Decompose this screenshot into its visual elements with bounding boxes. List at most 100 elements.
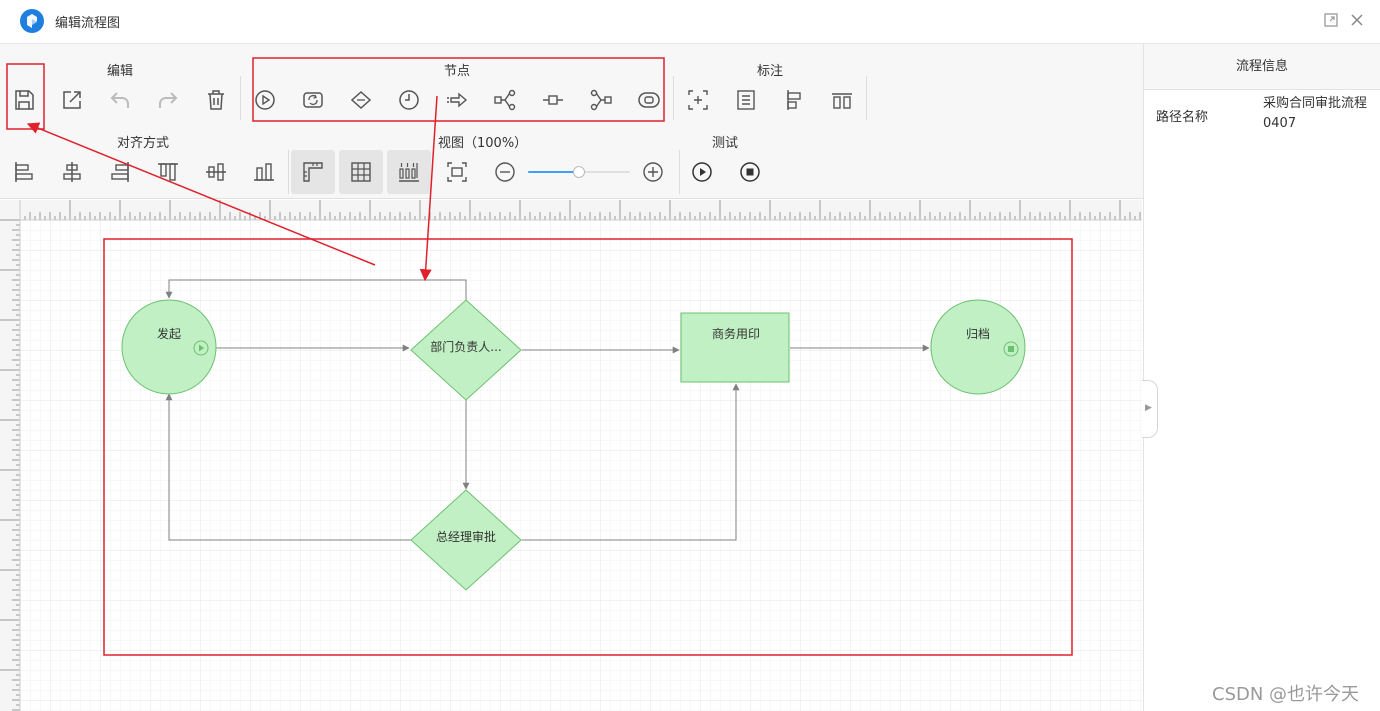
grid-toggle-button[interactable] bbox=[339, 150, 383, 194]
path-name-value[interactable]: 采购合同审批流程0407 bbox=[1263, 94, 1373, 134]
align-group-icon bbox=[787, 90, 801, 110]
save-icon bbox=[15, 90, 34, 110]
route-node-button[interactable] bbox=[441, 84, 473, 116]
group-label-align: 对齐方式 bbox=[117, 136, 170, 151]
align-center-h-button[interactable] bbox=[56, 156, 88, 188]
align-bottom-button[interactable] bbox=[248, 156, 280, 188]
text-note-icon bbox=[737, 90, 755, 110]
node-seal-label: 商务用印 bbox=[712, 326, 760, 341]
close-icon[interactable] bbox=[1347, 10, 1367, 30]
stop-icon bbox=[740, 162, 760, 182]
zoom-out-button[interactable] bbox=[489, 156, 521, 188]
merge-node-button[interactable] bbox=[585, 84, 617, 116]
node-gm-label: 总经理审批 bbox=[436, 529, 496, 544]
flow-canvas[interactable]: 发起 部门负责人... 商务用印 归档 总经理审批 bbox=[0, 200, 1142, 711]
redo-icon bbox=[159, 92, 178, 108]
align-middle-button[interactable] bbox=[200, 156, 232, 188]
toolbar: 编辑 节点 标注 对齐方式 视图（100%） 测试 bbox=[0, 44, 1143, 199]
loop-node-icon bbox=[303, 92, 323, 108]
annotation-box-button[interactable] bbox=[682, 84, 714, 116]
start-node-icon bbox=[255, 90, 275, 110]
guide-icon bbox=[399, 163, 419, 182]
title-bar: 编辑流程图 bbox=[0, 0, 1380, 44]
watermark: CSDN @也许今天 bbox=[1212, 684, 1360, 705]
right-panel-header: 流程信息 bbox=[1144, 44, 1380, 90]
distribute-icon bbox=[832, 93, 852, 109]
ruler-icon bbox=[303, 162, 323, 182]
separator bbox=[679, 150, 680, 194]
node-dept-label: 部门负责人... bbox=[430, 339, 501, 354]
panel-collapse-handle[interactable]: ▶ bbox=[1142, 380, 1158, 438]
node-start-label: 发起 bbox=[157, 326, 181, 341]
node-archive[interactable]: 归档 bbox=[930, 299, 1026, 395]
node-start[interactable]: 发起 bbox=[121, 299, 217, 395]
window-title: 编辑流程图 bbox=[55, 16, 121, 31]
align-group-button[interactable] bbox=[778, 84, 810, 116]
separator bbox=[866, 76, 867, 120]
annotation-box-icon bbox=[688, 90, 708, 110]
timer-node-button[interactable] bbox=[393, 84, 425, 116]
guide-toggle-button[interactable] bbox=[387, 150, 431, 194]
branch-node-icon bbox=[494, 89, 516, 111]
loop-node-button[interactable] bbox=[297, 84, 329, 116]
flow-editor-window: 编辑流程图 编辑 节点 标注 对齐方式 视图（100%） 测试 流程信息 路径名… bbox=[0, 0, 1380, 711]
route-node-icon bbox=[447, 92, 468, 108]
grid-icon bbox=[351, 162, 371, 182]
start-node-button[interactable] bbox=[249, 84, 281, 116]
delete-icon bbox=[208, 90, 224, 110]
maximize-icon[interactable] bbox=[1321, 10, 1341, 30]
right-panel: 流程信息 路径名称 采购合同审批流程0407 bbox=[1143, 44, 1380, 711]
align-left-button[interactable] bbox=[8, 156, 40, 188]
zoom-out-icon bbox=[495, 162, 515, 182]
single-node-button[interactable] bbox=[537, 84, 569, 116]
distribute-button[interactable] bbox=[826, 84, 858, 116]
path-name-row: 路径名称 采购合同审批流程0407 bbox=[1144, 90, 1380, 140]
app-logo-icon bbox=[20, 9, 44, 33]
ruler-toggle-button[interactable] bbox=[291, 150, 335, 194]
align-top-button[interactable] bbox=[152, 156, 184, 188]
play-icon bbox=[692, 162, 712, 182]
play-button[interactable] bbox=[686, 156, 718, 188]
align-middle-icon bbox=[206, 163, 226, 181]
fit-screen-icon bbox=[447, 162, 467, 182]
node-seal[interactable]: 商务用印 bbox=[680, 312, 790, 383]
align-right-button[interactable] bbox=[104, 156, 136, 188]
condition-node-button[interactable] bbox=[345, 84, 377, 116]
zoom-in-icon bbox=[643, 162, 663, 182]
redo-button[interactable] bbox=[152, 84, 184, 116]
condition-node-icon bbox=[350, 90, 372, 110]
end-node-icon bbox=[638, 92, 660, 108]
align-left-icon bbox=[15, 162, 33, 182]
group-label-edit: 编辑 bbox=[107, 64, 134, 79]
path-name-label: 路径名称 bbox=[1156, 110, 1209, 125]
align-top-icon bbox=[158, 163, 178, 181]
group-label-annotation: 标注 bbox=[757, 64, 784, 79]
fit-screen-button[interactable] bbox=[441, 156, 473, 188]
zoom-in-button[interactable] bbox=[637, 156, 669, 188]
single-node-icon bbox=[543, 95, 563, 105]
canvas-grid bbox=[20, 220, 1142, 711]
export-icon bbox=[63, 91, 81, 109]
undo-icon bbox=[110, 92, 129, 108]
text-note-button[interactable] bbox=[730, 84, 762, 116]
node-archive-label: 归档 bbox=[966, 327, 990, 341]
align-center-h-icon bbox=[63, 162, 81, 182]
group-label-node: 节点 bbox=[444, 64, 471, 79]
group-label-view: 视图（100%） bbox=[438, 136, 528, 151]
branch-node-button[interactable] bbox=[489, 84, 521, 116]
export-button[interactable] bbox=[56, 84, 88, 116]
separator bbox=[673, 76, 674, 120]
delete-button[interactable] bbox=[200, 84, 232, 116]
align-bottom-icon bbox=[254, 163, 274, 181]
end-node-button[interactable] bbox=[633, 84, 665, 116]
zoom-slider[interactable] bbox=[528, 164, 630, 180]
group-label-test: 测试 bbox=[712, 136, 739, 151]
stop-button[interactable] bbox=[734, 156, 766, 188]
save-button[interactable] bbox=[8, 84, 40, 116]
chevron-right-icon: ▶ bbox=[1145, 403, 1152, 413]
timer-node-icon bbox=[399, 90, 419, 110]
horizontal-ruler bbox=[0, 200, 1142, 221]
separator bbox=[240, 76, 241, 120]
undo-button[interactable] bbox=[104, 84, 136, 116]
separator bbox=[288, 150, 289, 194]
